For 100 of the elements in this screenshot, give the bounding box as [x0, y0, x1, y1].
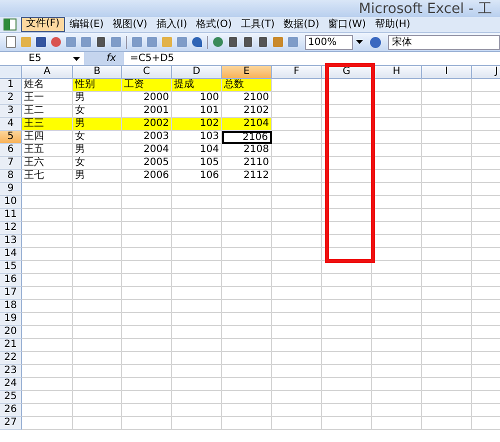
menu-item[interactable]: 数据(D) [280, 18, 324, 31]
table-cell[interactable] [422, 196, 472, 209]
table-cell[interactable]: 100 [172, 92, 222, 105]
table-cell[interactable] [322, 274, 372, 287]
table-cell[interactable] [272, 261, 322, 274]
table-cell[interactable] [22, 274, 73, 287]
table-cell[interactable] [272, 209, 322, 222]
table-cell[interactable] [222, 235, 272, 248]
table-cell[interactable] [322, 300, 372, 313]
table-cell[interactable] [372, 131, 422, 144]
table-cell[interactable] [422, 131, 472, 144]
table-cell[interactable] [222, 352, 272, 365]
table-cell[interactable] [122, 417, 172, 430]
row-header[interactable]: 20 [0, 326, 22, 339]
table-cell[interactable] [372, 196, 422, 209]
table-cell[interactable]: 王四 [22, 131, 73, 144]
table-cell[interactable] [222, 222, 272, 235]
table-cell[interactable] [372, 170, 422, 183]
table-cell[interactable] [272, 274, 322, 287]
formula-field[interactable]: =C5+D5 [124, 52, 500, 65]
table-cell[interactable] [172, 378, 222, 391]
table-cell[interactable] [422, 417, 472, 430]
table-cell[interactable] [422, 248, 472, 261]
table-cell[interactable] [73, 404, 122, 417]
table-cell[interactable] [222, 365, 272, 378]
table-cell[interactable] [272, 313, 322, 326]
table-cell[interactable] [172, 261, 222, 274]
table-cell[interactable] [322, 313, 372, 326]
menu-item[interactable]: 视图(V) [108, 18, 152, 31]
table-cell[interactable] [322, 326, 372, 339]
table-cell[interactable] [122, 235, 172, 248]
row-header[interactable]: 11 [0, 209, 22, 222]
table-cell[interactable] [22, 352, 73, 365]
table-cell[interactable]: 女 [73, 131, 122, 144]
table-cell[interactable] [422, 300, 472, 313]
table-cell[interactable] [73, 378, 122, 391]
menu-item[interactable]: 窗口(W) [324, 18, 370, 31]
table-cell[interactable] [22, 261, 73, 274]
table-cell[interactable] [322, 378, 372, 391]
table-cell[interactable] [73, 417, 122, 430]
table-cell[interactable] [422, 261, 472, 274]
table-cell[interactable] [122, 261, 172, 274]
table-cell[interactable] [73, 209, 122, 222]
table-cell[interactable]: 105 [172, 157, 222, 170]
table-cell[interactable] [73, 313, 122, 326]
table-cell[interactable]: 2004 [122, 144, 172, 157]
column-header[interactable]: D [172, 66, 222, 79]
row-header[interactable]: 12 [0, 222, 22, 235]
table-cell[interactable] [272, 391, 322, 404]
table-cell[interactable] [222, 274, 272, 287]
table-cell[interactable] [422, 391, 472, 404]
table-cell[interactable] [272, 131, 322, 144]
dropdown-arrow-icon[interactable] [73, 56, 80, 60]
table-cell[interactable] [122, 222, 172, 235]
menu-item[interactable]: 帮助(H) [370, 18, 414, 31]
table-cell[interactable] [422, 118, 472, 131]
table-cell[interactable] [122, 274, 172, 287]
table-cell[interactable]: 2003 [122, 131, 172, 144]
row-header[interactable]: 22 [0, 352, 22, 365]
table-cell[interactable] [172, 248, 222, 261]
table-cell[interactable] [122, 352, 172, 365]
table-cell[interactable] [222, 209, 272, 222]
table-cell[interactable] [372, 261, 422, 274]
table-cell[interactable] [22, 391, 73, 404]
table-cell[interactable] [222, 196, 272, 209]
table-cell[interactable] [172, 339, 222, 352]
table-cell[interactable] [272, 352, 322, 365]
column-header[interactable]: H [372, 66, 422, 79]
table-cell[interactable] [222, 287, 272, 300]
row-header[interactable]: 18 [0, 300, 22, 313]
row-header[interactable]: 17 [0, 287, 22, 300]
table-cell[interactable] [73, 352, 122, 365]
table-cell[interactable] [22, 222, 73, 235]
table-cell[interactable] [372, 326, 422, 339]
row-header[interactable]: 5 [0, 131, 22, 144]
row-header[interactable]: 26 [0, 404, 22, 417]
table-cell[interactable] [272, 326, 322, 339]
table-cell[interactable] [422, 144, 472, 157]
table-cell[interactable] [372, 404, 422, 417]
table-cell[interactable] [172, 222, 222, 235]
table-cell[interactable] [372, 209, 422, 222]
row-header[interactable]: 27 [0, 417, 22, 430]
table-cell[interactable] [422, 404, 472, 417]
table-cell[interactable] [272, 157, 322, 170]
table-cell[interactable] [422, 105, 472, 118]
table-cell[interactable] [322, 352, 372, 365]
table-cell[interactable] [172, 235, 222, 248]
table-cell[interactable] [372, 79, 422, 92]
column-header[interactable]: F [272, 66, 322, 79]
table-cell[interactable] [222, 248, 272, 261]
table-cell[interactable]: 王七 [22, 170, 73, 183]
table-cell[interactable] [372, 105, 422, 118]
table-cell[interactable] [322, 391, 372, 404]
table-cell[interactable] [73, 261, 122, 274]
table-cell[interactable] [122, 404, 172, 417]
table-cell[interactable] [372, 92, 422, 105]
table-cell[interactable]: 总数 [222, 79, 272, 92]
name-box[interactable]: E5 [0, 52, 70, 65]
table-cell[interactable] [172, 300, 222, 313]
table-cell[interactable] [422, 287, 472, 300]
